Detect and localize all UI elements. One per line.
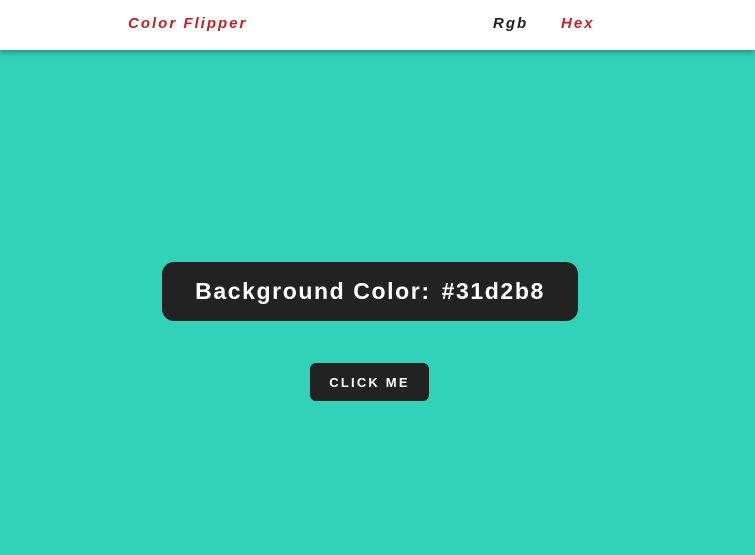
color-banner: Background Color: #31d2b8: [162, 262, 578, 321]
color-label: Background Color:: [195, 278, 431, 304]
brand-logo[interactable]: Color Flipper: [128, 15, 247, 32]
navbar: Color Flipper Rgb Hex: [0, 0, 755, 50]
nav-link-hex[interactable]: Hex: [561, 15, 595, 32]
main-area: Background Color: #31d2b8 click me: [0, 50, 755, 555]
nav-link-rgb[interactable]: Rgb: [493, 15, 528, 32]
click-me-button[interactable]: click me: [310, 363, 429, 401]
color-value: #31d2b8: [441, 278, 545, 304]
